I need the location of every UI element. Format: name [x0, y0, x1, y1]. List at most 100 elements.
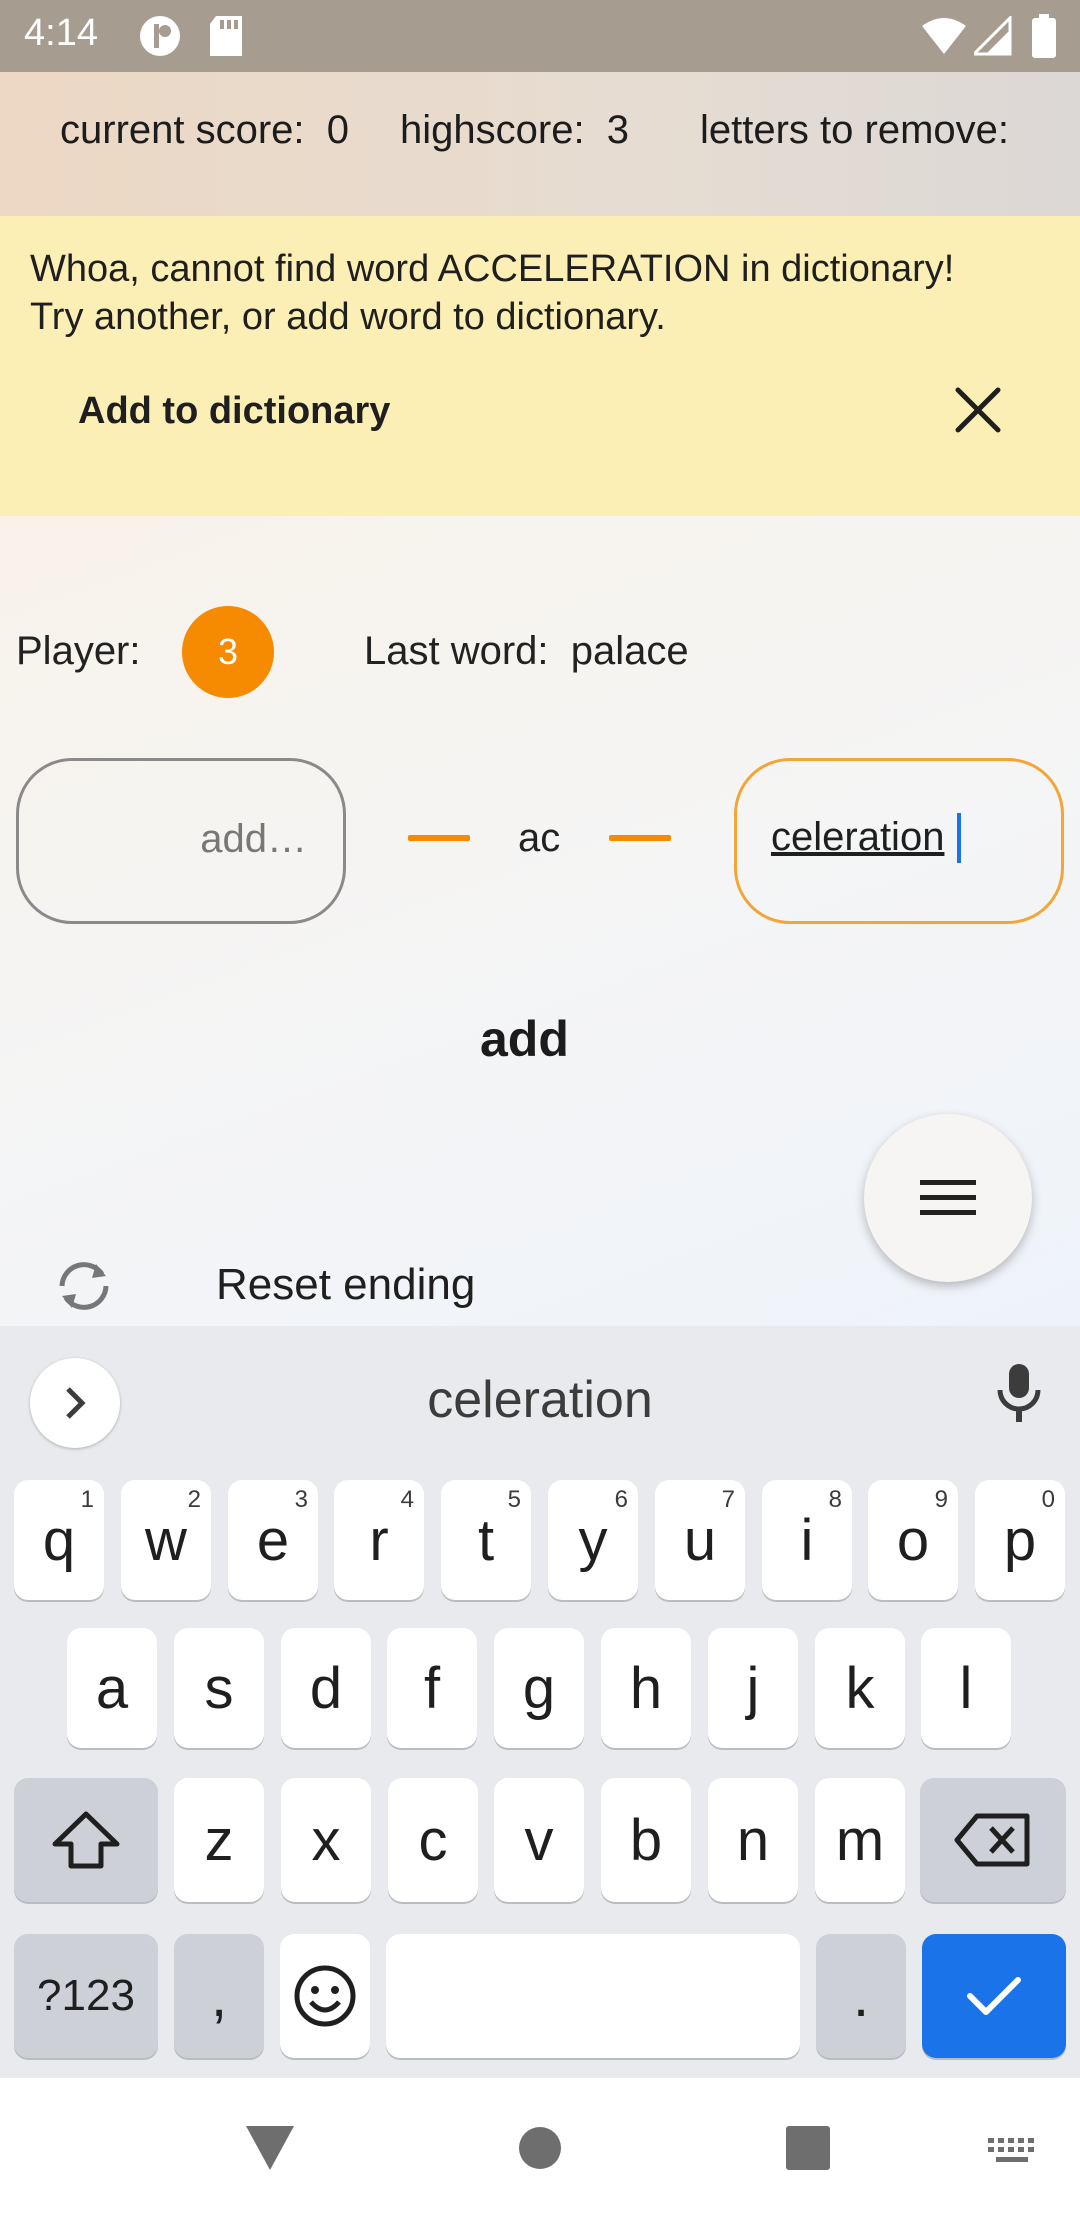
backspace-icon	[954, 1813, 1030, 1867]
menu-button[interactable]	[864, 1114, 1032, 1282]
key-c[interactable]: c	[388, 1778, 478, 1902]
enter-key[interactable]	[922, 1934, 1066, 2058]
period-key[interactable]: .	[816, 1934, 906, 2058]
comma-key[interactable]: ,	[174, 1934, 264, 2058]
score-bar: current score: 0 highscore: 3 letters to…	[0, 72, 1080, 216]
key-label: u	[683, 1507, 717, 1573]
key-label: f	[423, 1655, 441, 1721]
key-r[interactable]: r4	[334, 1480, 424, 1600]
key-hint: 9	[934, 1486, 948, 1513]
key-n[interactable]: n	[708, 1778, 798, 1902]
key-label: k	[845, 1655, 875, 1721]
key-k[interactable]: k	[815, 1628, 905, 1748]
key-x[interactable]: x	[281, 1778, 371, 1902]
suffix-input[interactable]: celeration	[734, 758, 1064, 924]
key-v[interactable]: v	[494, 1778, 584, 1902]
key-label: a	[95, 1655, 129, 1721]
key-label: o	[896, 1507, 930, 1573]
key-y[interactable]: y6	[548, 1480, 638, 1600]
key-s[interactable]: s	[174, 1628, 264, 1748]
shift-icon	[52, 1811, 120, 1869]
back-icon[interactable]	[244, 2124, 296, 2177]
shift-key[interactable]	[14, 1778, 158, 1902]
key-label: x	[311, 1807, 341, 1873]
navigation-bar	[0, 2078, 1080, 2220]
prefix-input[interactable]: add…	[16, 758, 346, 924]
add-button[interactable]: add	[480, 1010, 569, 1068]
key-f[interactable]: f	[387, 1628, 477, 1748]
sd-card-icon	[208, 14, 244, 63]
key-hint: 3	[294, 1486, 308, 1513]
keyboard-switch-icon[interactable]	[986, 2136, 1038, 2171]
prefix-placeholder: add…	[200, 817, 307, 861]
key-j[interactable]: j	[708, 1628, 798, 1748]
key-g[interactable]: g	[494, 1628, 584, 1748]
key-label: h	[629, 1655, 663, 1721]
status-bar: 4:14	[0, 0, 1080, 72]
key-p[interactable]: p0	[975, 1480, 1065, 1600]
key-label: j	[746, 1655, 760, 1721]
banner-message-line1: Whoa, cannot find word ACCELERATION in d…	[30, 248, 955, 290]
checkmark-icon	[967, 1977, 1021, 2015]
key-w[interactable]: w2	[121, 1480, 211, 1600]
highscore: highscore: 3	[400, 108, 630, 152]
close-icon[interactable]	[950, 382, 1006, 438]
key-label: l	[959, 1655, 973, 1721]
key-hint: 6	[614, 1486, 628, 1513]
key-u[interactable]: u7	[655, 1480, 745, 1600]
key-l[interactable]: l	[921, 1628, 1011, 1748]
battery-icon	[1032, 14, 1056, 63]
key-b[interactable]: b	[601, 1778, 691, 1902]
symbols-key[interactable]: ?123	[14, 1934, 158, 2058]
key-hint: 5	[507, 1486, 521, 1513]
recents-icon[interactable]	[786, 2126, 830, 2175]
refresh-icon[interactable]	[50, 1256, 118, 1321]
emoji-icon	[294, 1965, 356, 2027]
key-label: c	[418, 1807, 448, 1873]
space-key[interactable]	[386, 1934, 800, 2058]
banner-message-line2: Try another, or add word to dictionary.	[30, 296, 666, 338]
key-z[interactable]: z	[174, 1778, 264, 1902]
key-d[interactable]: d	[281, 1628, 371, 1748]
key-m[interactable]: m	[815, 1778, 905, 1902]
key-q[interactable]: q1	[14, 1480, 104, 1600]
add-to-dictionary-button[interactable]: Add to dictionary	[78, 390, 390, 433]
key-label: z	[204, 1807, 234, 1873]
word-suggestion[interactable]: celeration	[0, 1370, 1080, 1430]
key-hint: 0	[1041, 1486, 1055, 1513]
key-label: g	[522, 1655, 556, 1721]
home-icon[interactable]	[518, 2126, 562, 2175]
wifi-icon	[922, 16, 966, 61]
middle-letters: ac	[518, 816, 561, 860]
key-hint: 2	[187, 1486, 201, 1513]
microphone-icon[interactable]	[994, 1362, 1044, 1429]
signal-icon	[970, 14, 1012, 61]
key-label: i	[800, 1507, 814, 1573]
backspace-key[interactable]	[920, 1778, 1066, 1902]
emoji-key[interactable]	[280, 1934, 370, 2058]
suffix-value: celeration	[771, 815, 945, 859]
status-time: 4:14	[24, 12, 98, 54]
key-label: t	[477, 1507, 495, 1573]
key-e[interactable]: e3	[228, 1480, 318, 1600]
text-cursor	[957, 813, 961, 863]
key-label: q	[42, 1507, 76, 1573]
error-banner: Whoa, cannot find word ACCELERATION in d…	[0, 216, 1080, 516]
right-dash	[609, 835, 671, 841]
key-h[interactable]: h	[601, 1628, 691, 1748]
key-hint: 8	[828, 1486, 842, 1513]
key-t[interactable]: t5	[441, 1480, 531, 1600]
key-a[interactable]: a	[67, 1628, 157, 1748]
reset-ending-button[interactable]: Reset ending	[216, 1260, 475, 1310]
last-word: Last word: palace	[364, 629, 689, 673]
key-label: s	[204, 1655, 234, 1721]
key-label: r	[369, 1507, 389, 1573]
key-label: e	[256, 1507, 290, 1573]
app-notification-icon	[138, 14, 182, 63]
key-o[interactable]: o9	[868, 1480, 958, 1600]
menu-icon	[920, 1180, 976, 1215]
game-area: Player: 3 Last word: palace add… ac cele…	[0, 516, 1080, 1326]
key-hint: 7	[721, 1486, 735, 1513]
key-hint: 4	[400, 1486, 414, 1513]
key-i[interactable]: i8	[762, 1480, 852, 1600]
